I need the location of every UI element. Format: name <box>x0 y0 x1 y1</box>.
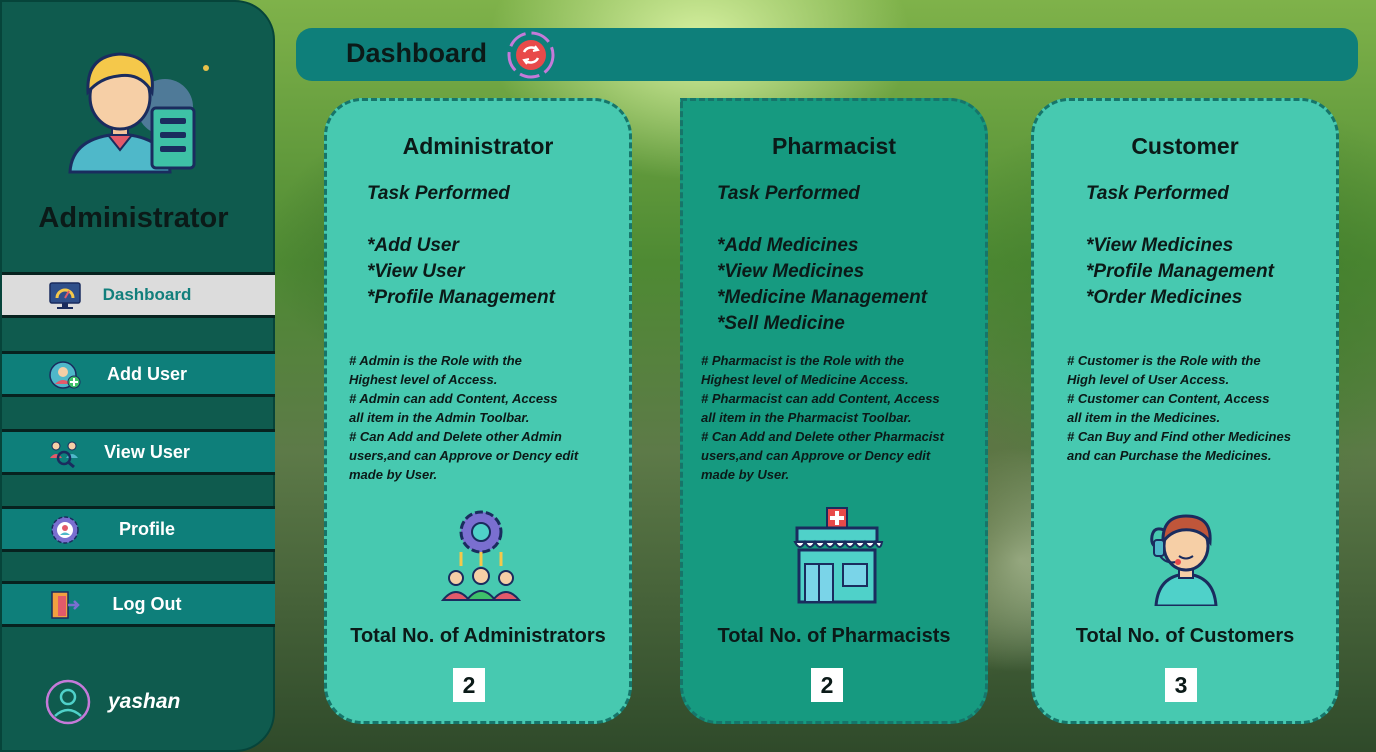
header-bar: Dashboard <box>296 28 1358 81</box>
list-item: *Add User <box>367 235 459 256</box>
role-description: # Customer is the Role with the High lev… <box>1067 353 1291 463</box>
user-circle-icon <box>45 679 91 725</box>
sidebar-item-label: View User <box>104 441 190 462</box>
total-count: 2 <box>811 668 843 702</box>
pharmacy-store-icon <box>793 507 884 604</box>
list-item: *Sell Medicine <box>717 313 845 334</box>
task-list: *Add User *View User *Profile Management <box>367 233 555 311</box>
total-label: Total No. of Customers <box>1075 625 1295 647</box>
customer-support-icon <box>1150 514 1218 606</box>
task-heading: Task Performed <box>717 183 860 204</box>
list-item: *View Medicines <box>1086 235 1234 256</box>
role-description: # Pharmacist is the Role with the Highes… <box>701 353 944 482</box>
sidebar-item-label: Profile <box>118 518 175 539</box>
logout-door-icon <box>51 591 80 619</box>
task-heading: Task Performed <box>367 183 510 204</box>
refresh-icon[interactable] <box>506 30 556 80</box>
sidebar-item-add-user[interactable]: Add User <box>2 351 275 397</box>
sidebar-item-label: Add User <box>106 363 187 384</box>
sidebar-item-profile[interactable]: Profile <box>2 506 275 552</box>
monitor-gauge-icon <box>49 282 81 309</box>
admin-avatar-icon <box>68 52 209 174</box>
administrator-card: Administrator Task Performed *Add User *… <box>324 98 632 724</box>
sidebar-item-dashboard[interactable]: Dashboard <box>2 272 275 318</box>
page-title: Dashboard <box>346 38 488 68</box>
list-item: *Order Medicines <box>1086 287 1243 308</box>
list-item: *View Medicines <box>717 261 865 282</box>
profile-gear-icon <box>51 516 79 544</box>
list-item: *Medicine Management <box>717 287 928 308</box>
task-list: *View Medicines *Profile Management *Ord… <box>1086 233 1274 311</box>
total-count: 2 <box>453 668 485 702</box>
task-list: *Add Medicines *View Medicines *Medicine… <box>717 233 927 337</box>
sidebar-item-view-user[interactable]: View User <box>2 429 275 475</box>
current-user[interactable]: yashan <box>44 678 264 728</box>
customer-card: Customer Task Performed *View Medicines … <box>1031 98 1339 724</box>
total-label: Total No. of Pharmacists <box>717 625 951 647</box>
task-heading: Task Performed <box>1086 183 1229 204</box>
sidebar-item-logout[interactable]: Log Out <box>2 581 275 627</box>
sidebar-role-title: Administrator <box>38 202 229 234</box>
admin-team-gear-icon <box>440 510 522 601</box>
card-title: Pharmacist <box>771 133 896 159</box>
sidebar: Administrator Dashboard Add User View Us… <box>0 0 275 752</box>
add-user-icon <box>49 361 81 389</box>
total-count: 3 <box>1165 668 1197 702</box>
user-name: yashan <box>108 690 181 713</box>
pharmacist-card: Pharmacist Task Performed *Add Medicines… <box>680 98 988 724</box>
total-label: Total No. of Administrators <box>350 625 606 647</box>
list-item: *Profile Management <box>1086 261 1274 282</box>
sidebar-item-label: Log Out <box>112 593 182 614</box>
search-users-icon <box>50 441 78 468</box>
list-item: *Profile Management <box>367 287 555 308</box>
list-item: *View User <box>367 261 465 282</box>
card-title: Customer <box>1131 133 1239 159</box>
list-item: *Add Medicines <box>717 235 859 256</box>
card-title: Administrator <box>402 133 554 159</box>
sidebar-item-label: Dashboard <box>102 285 192 304</box>
role-description: # Admin is the Role with the Highest lev… <box>349 353 579 482</box>
